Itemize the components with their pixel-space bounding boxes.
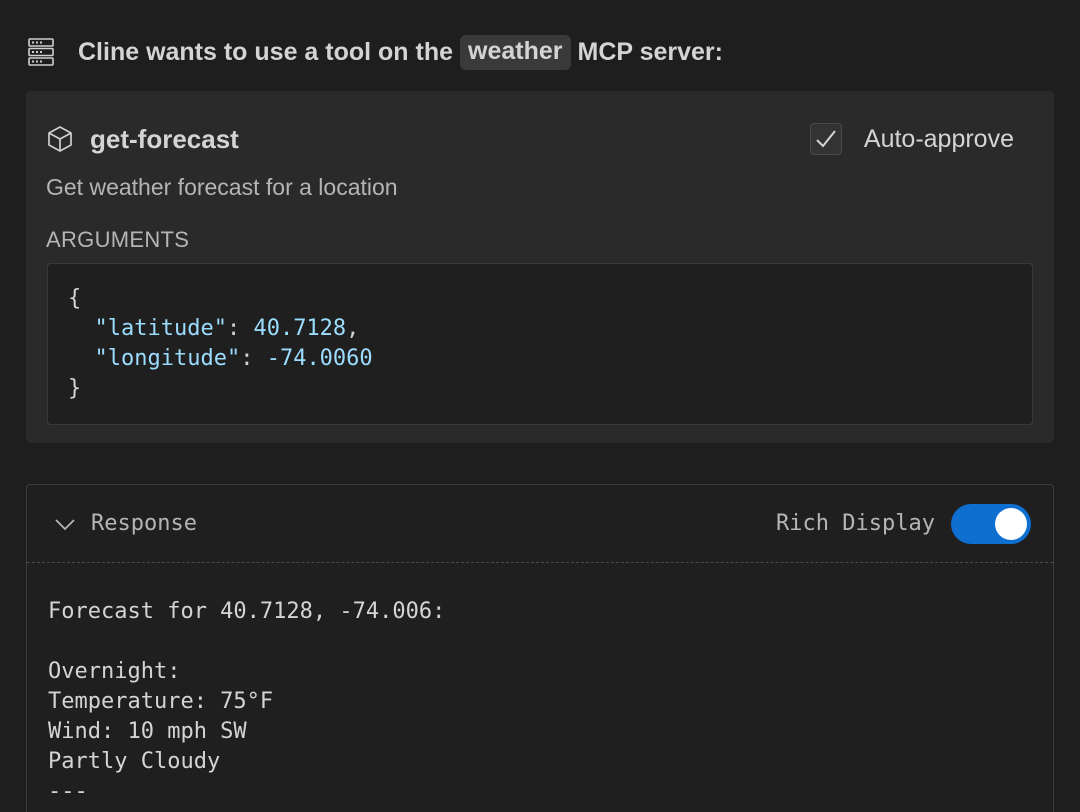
rich-display-label: Rich Display xyxy=(776,511,935,536)
arguments-label: ARGUMENTS xyxy=(46,227,190,252)
arguments-code: { "latitude": 40.7128, "longitude": -74.… xyxy=(47,263,1033,425)
response-panel: Response Rich Display Forecast for 40.71… xyxy=(26,484,1054,812)
response-line: Temperature: 75°F xyxy=(48,689,274,714)
response-line: Overnight: xyxy=(48,659,181,684)
code-open-brace: { xyxy=(68,286,82,311)
approval-title: Cline wants to use a tool on the weather… xyxy=(78,34,723,70)
tool-name: get-forecast xyxy=(90,123,239,154)
response-line: Wind: 10 mph SW xyxy=(48,719,247,744)
title-suffix: MCP server: xyxy=(577,37,723,66)
cube-icon xyxy=(46,125,74,153)
response-line: Partly Cloudy xyxy=(48,749,221,774)
tool-card: get-forecast Auto-approve Get weather fo… xyxy=(26,91,1054,443)
tool-row: get-forecast Auto-approve xyxy=(46,119,1034,159)
auto-approve-label[interactable]: Auto-approve xyxy=(864,125,1014,154)
auto-approve-control[interactable]: Auto-approve xyxy=(809,123,1014,155)
rich-display-control[interactable]: Rich Display xyxy=(776,503,1031,544)
response-title[interactable]: Response xyxy=(91,511,197,536)
check-icon xyxy=(816,130,836,148)
code-key-latitude: "latitude" xyxy=(94,316,227,341)
code-key-longitude: "longitude" xyxy=(94,346,241,371)
page: Cline wants to use a tool on the weather… xyxy=(0,0,1080,812)
response-header[interactable]: Response Rich Display xyxy=(27,485,1053,563)
response-line: --- xyxy=(48,779,88,804)
title-prefix: Cline wants to use a tool on the xyxy=(78,37,454,66)
server-name-badge: weather xyxy=(460,34,571,70)
toggle-knob xyxy=(995,507,1027,540)
auto-approve-checkbox[interactable] xyxy=(809,123,842,155)
chevron-down-icon[interactable] xyxy=(53,512,77,536)
code-value-latitude: 40.7128 xyxy=(253,316,347,341)
code-close-brace: } xyxy=(68,376,82,401)
response-line: Forecast for 40.7128, -74.006: xyxy=(48,599,446,624)
response-body: Forecast for 40.7128, -74.006: Overnight… xyxy=(48,597,445,807)
server-icon xyxy=(28,38,54,66)
tool-description: Get weather forecast for a location xyxy=(46,174,398,200)
code-value-longitude: -74.0060 xyxy=(266,346,373,371)
approval-header: Cline wants to use a tool on the weather… xyxy=(28,30,723,74)
rich-display-toggle[interactable] xyxy=(951,503,1031,544)
